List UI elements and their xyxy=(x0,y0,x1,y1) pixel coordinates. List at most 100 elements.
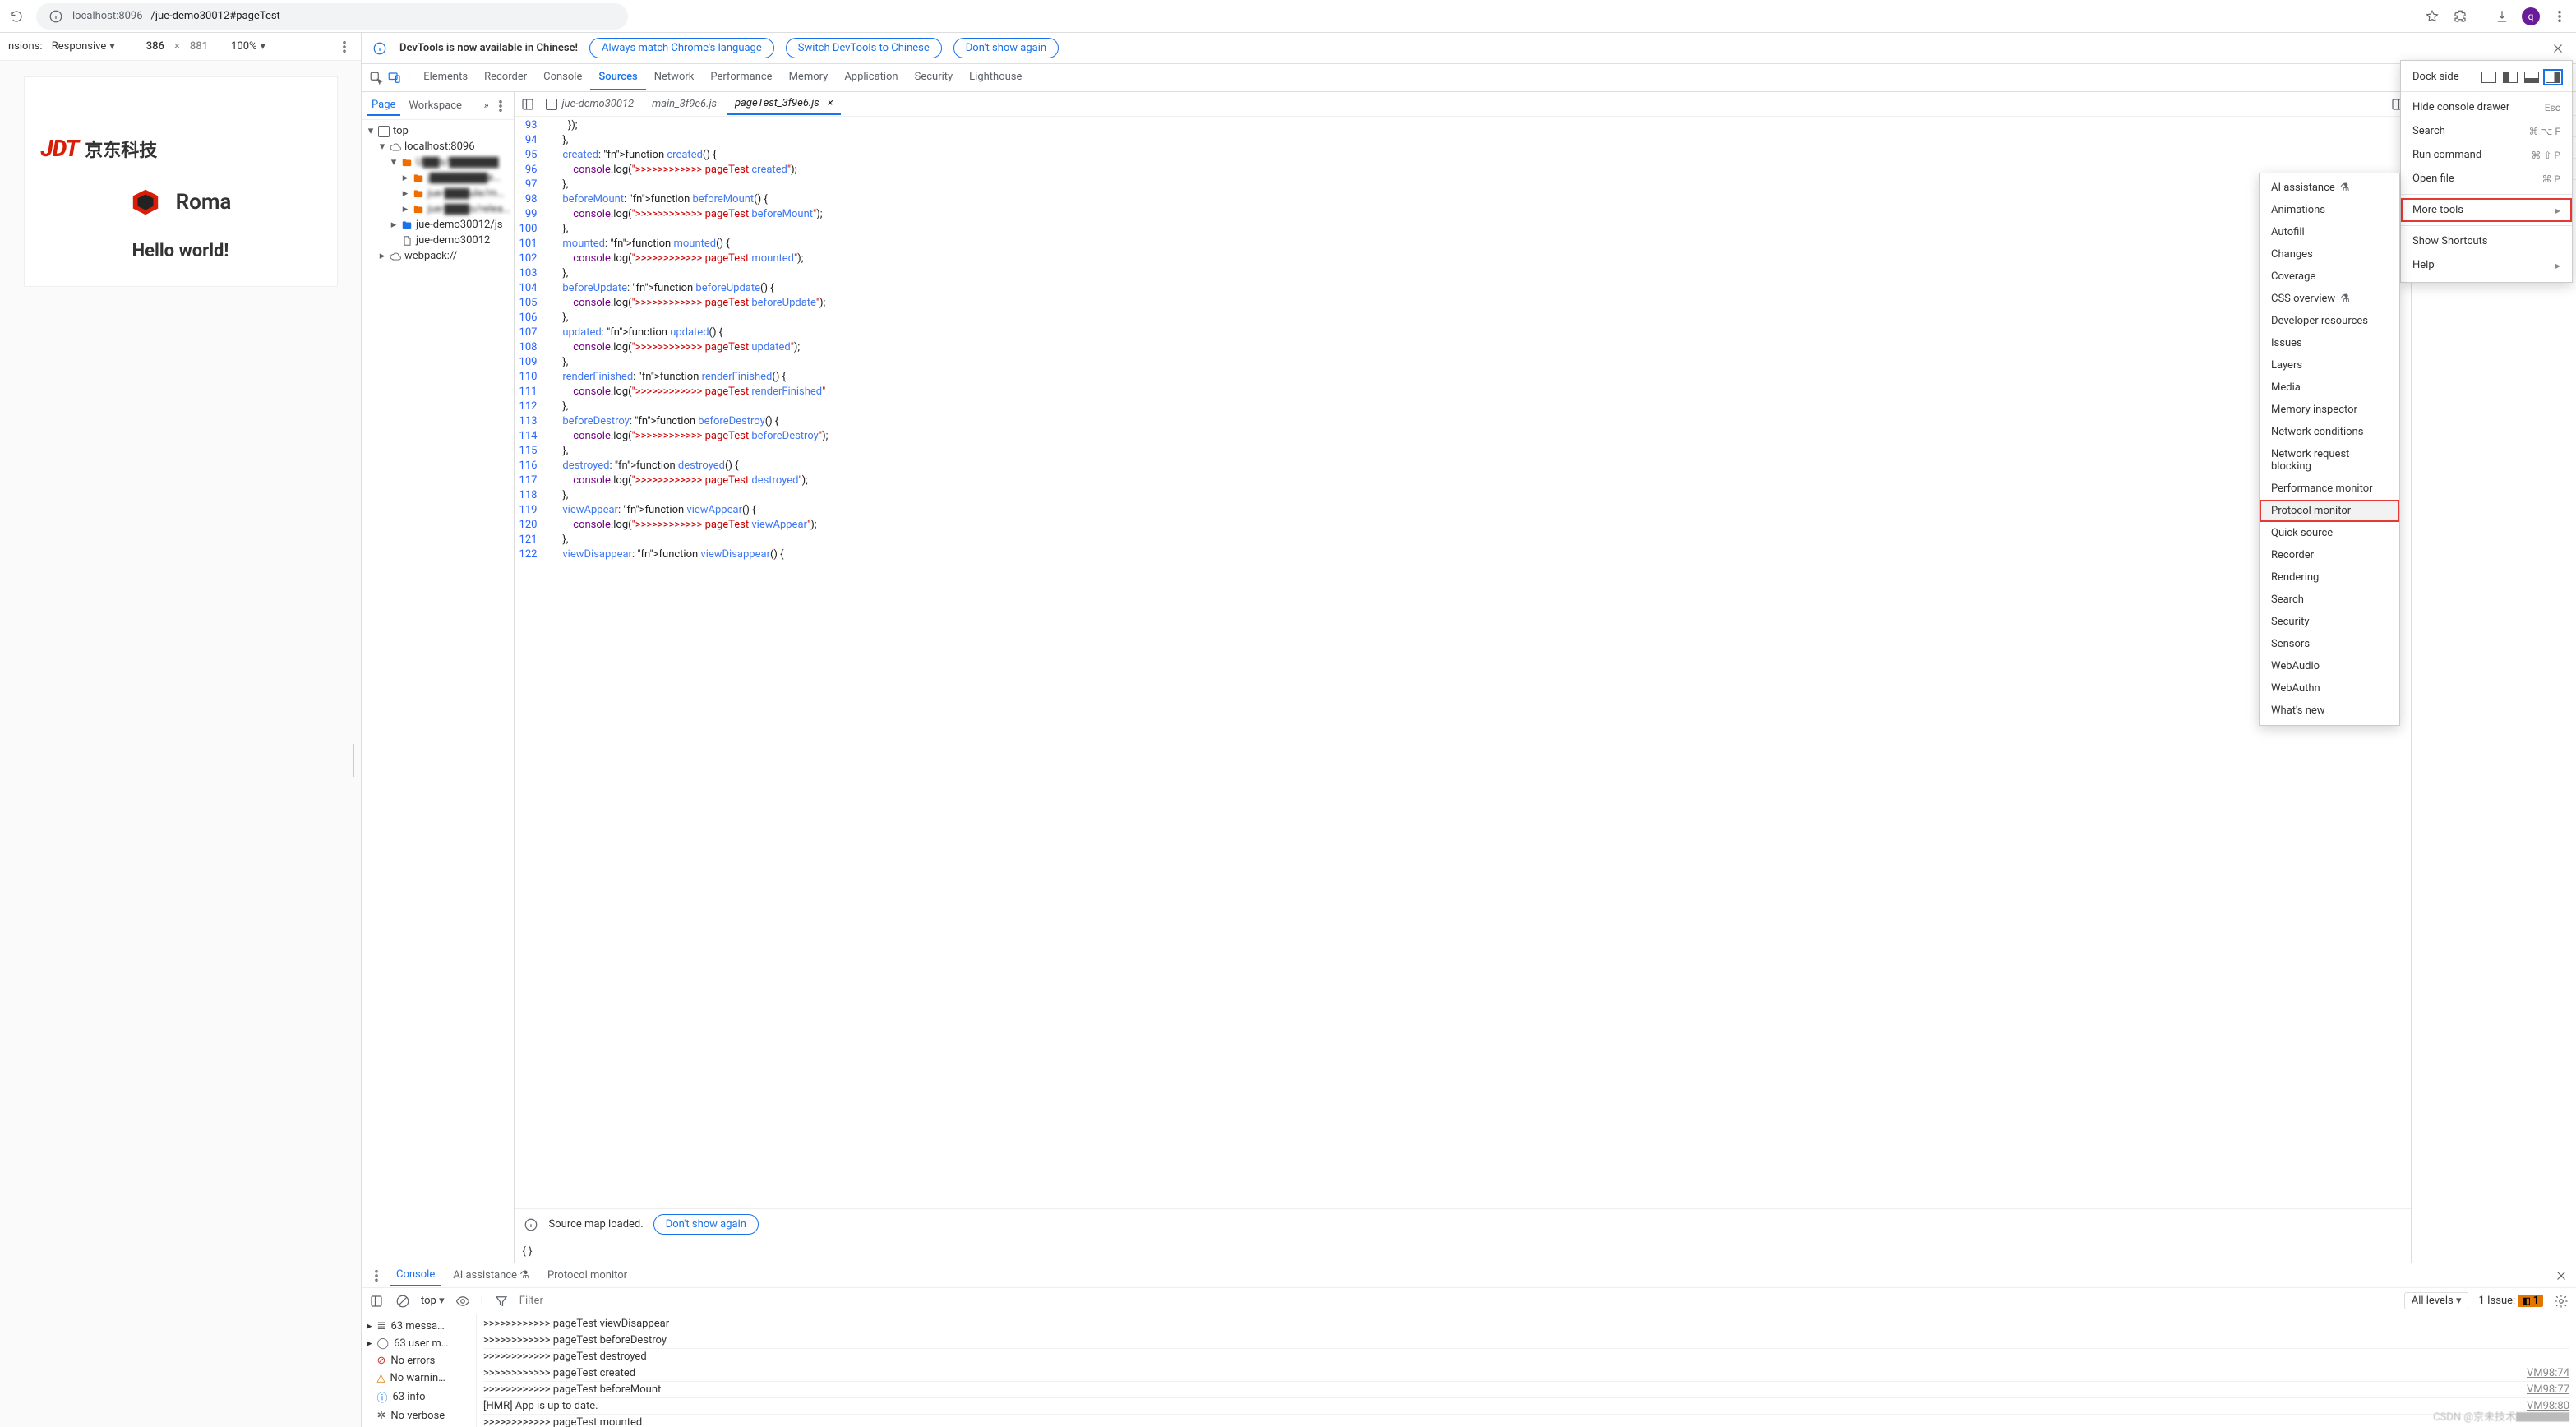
devtools-tab-network[interactable]: Network xyxy=(646,65,703,90)
clear-console-icon[interactable] xyxy=(395,1293,411,1309)
profile-avatar[interactable]: q xyxy=(2522,7,2540,25)
submenu-item-recorder[interactable]: Recorder xyxy=(2260,544,2399,566)
filter-input[interactable] xyxy=(519,1295,766,1307)
submenu-item-what's-new[interactable]: What's new xyxy=(2260,700,2399,722)
console-message[interactable]: >>>>>>>>>>>> pageTest viewDisappear xyxy=(483,1316,2569,1332)
submenu-item-performance-monitor[interactable]: Performance monitor xyxy=(2260,478,2399,500)
devtools-tab-lighthouse[interactable]: Lighthouse xyxy=(961,65,1030,90)
devtools-tab-elements[interactable]: Elements xyxy=(415,65,476,90)
drawer-tab-console[interactable]: Console xyxy=(390,1264,441,1286)
banner-close-icon[interactable] xyxy=(2550,40,2566,57)
submenu-item-rendering[interactable]: Rendering xyxy=(2260,566,2399,589)
context-select[interactable]: top ▾ xyxy=(421,1295,445,1307)
tree-row[interactable]: ▾top xyxy=(362,123,514,139)
tree-row[interactable]: ▾localhost:8096 xyxy=(362,139,514,155)
console-filter-row[interactable]: △ No warnin… xyxy=(363,1369,474,1387)
submenu-item-sensors[interactable]: Sensors xyxy=(2260,633,2399,655)
menu-item-search[interactable]: Search⌘ ⌥ F xyxy=(2401,119,2572,143)
editor-nav-icon[interactable] xyxy=(519,96,536,113)
file-tab[interactable]: main_3f9e6.js xyxy=(644,94,725,114)
file-tab[interactable]: pageTest_3f9e6.js× xyxy=(727,93,842,115)
tree-row[interactable]: ▸jue-▇▇▇o/relea… xyxy=(362,201,514,217)
page-preview[interactable]: JDT 京东科技 Roma Hello world! xyxy=(25,77,337,286)
banner-dont-show-button[interactable]: Don't show again xyxy=(953,38,1059,58)
file-tree[interactable]: ▾top▾localhost:8096▾U▇▇s/▇▇▇▇▇▇▸j▇▇▇▇▇▇▇… xyxy=(362,120,514,1263)
menu-item-hide-console-drawer[interactable]: Hide console drawerEsc xyxy=(2401,95,2572,119)
drawer-close-icon[interactable] xyxy=(2553,1268,2569,1284)
console-filter-row[interactable]: ⊘ No errors xyxy=(363,1352,474,1369)
submenu-item-issues[interactable]: Issues xyxy=(2260,332,2399,354)
devtools-tab-application[interactable]: Application xyxy=(836,65,906,90)
submenu-item-protocol-monitor[interactable]: Protocol monitor xyxy=(2260,500,2399,522)
site-info-icon[interactable] xyxy=(48,8,64,25)
levels-select[interactable]: All levels ▾ xyxy=(2404,1292,2469,1309)
omnibox[interactable]: localhost:8096/jue-demo30012#pageTest xyxy=(36,3,628,30)
file-tab[interactable]: jue-demo30012 xyxy=(538,94,643,114)
console-message[interactable]: [HMR] App is up to date.VM98:80 xyxy=(483,1398,2569,1415)
device-more-icon[interactable] xyxy=(336,39,353,55)
submenu-item-ai-assistance[interactable]: AI assistance⚗ xyxy=(2260,177,2399,199)
submenu-item-search[interactable]: Search xyxy=(2260,589,2399,611)
submenu-item-css-overview[interactable]: CSS overview⚗ xyxy=(2260,288,2399,310)
issues-label[interactable]: 1 Issue: ◧ 1 xyxy=(2478,1295,2543,1307)
devtools-tab-console[interactable]: Console xyxy=(535,65,590,90)
viewport-height[interactable]: 881 xyxy=(190,40,208,53)
format-code-button[interactable]: { } xyxy=(515,1240,2411,1263)
console-settings-icon[interactable] xyxy=(2553,1293,2569,1309)
sources-workspace-tab[interactable]: Workspace xyxy=(404,96,467,115)
drawer-menu-icon[interactable] xyxy=(368,1268,385,1284)
banner-match-button[interactable]: Always match Chrome's language xyxy=(589,38,774,58)
download-icon[interactable] xyxy=(2494,8,2510,25)
console-message[interactable]: >>>>>>>>>>>> pageTest mounted xyxy=(483,1415,2569,1427)
dock-right[interactable] xyxy=(2546,72,2560,83)
extensions-icon[interactable] xyxy=(2452,8,2468,25)
menu-item-show-shortcuts[interactable]: Show Shortcuts xyxy=(2401,229,2572,253)
reload-icon[interactable] xyxy=(8,8,25,25)
dock-bottom[interactable] xyxy=(2524,72,2539,83)
devtools-tab-performance[interactable]: Performance xyxy=(702,65,780,90)
console-sidebar-toggle-icon[interactable] xyxy=(368,1293,385,1309)
submenu-item-security[interactable]: Security xyxy=(2260,611,2399,633)
sources-more-tabs-icon[interactable]: » xyxy=(483,99,488,112)
submenu-item-coverage[interactable]: Coverage xyxy=(2260,266,2399,288)
banner-switch-button[interactable]: Switch DevTools to Chinese xyxy=(786,38,942,58)
code-editor[interactable]: 9394959697989910010110210310410510610710… xyxy=(515,117,2411,1208)
console-message[interactable]: >>>>>>>>>>>> pageTest destroyed xyxy=(483,1349,2569,1365)
sources-page-tab[interactable]: Page xyxy=(367,95,400,116)
console-messages[interactable]: >>>>>>>>>>>> pageTest viewDisappear>>>>>… xyxy=(477,1314,2576,1427)
drawer-tab-ai[interactable]: AI assistance ⚗ xyxy=(446,1265,536,1286)
tree-row[interactable]: ▸webpack:// xyxy=(362,248,514,264)
submenu-item-network-request-blocking[interactable]: Network request blocking xyxy=(2260,443,2399,478)
console-message[interactable]: >>>>>>>>>>>> pageTest beforeDestroy xyxy=(483,1332,2569,1349)
tree-row[interactable]: ▸jue-demo30012/js xyxy=(362,217,514,233)
menu-item-run-command[interactable]: Run command⌘ ⇧ P xyxy=(2401,143,2572,167)
console-sidebar[interactable]: ▸ ≣ 63 messa…▸ ◯ 63 user m… ⊘ No errors … xyxy=(362,1314,477,1427)
devtools-tab-sources[interactable]: Sources xyxy=(590,65,645,90)
submenu-item-network-conditions[interactable]: Network conditions xyxy=(2260,421,2399,443)
resize-handle[interactable] xyxy=(353,744,358,777)
sources-tab-menu-icon[interactable] xyxy=(492,98,509,114)
submenu-item-animations[interactable]: Animations xyxy=(2260,199,2399,221)
console-filter-row[interactable]: ✲ No verbose xyxy=(363,1407,474,1425)
menu-item-open-file[interactable]: Open file⌘ P xyxy=(2401,167,2572,191)
devtools-tab-memory[interactable]: Memory xyxy=(781,65,837,90)
submenu-item-webauthn[interactable]: WebAuthn xyxy=(2260,677,2399,700)
source-map-dont-show-button[interactable]: Don't show again xyxy=(653,1214,759,1235)
submenu-item-layers[interactable]: Layers xyxy=(2260,354,2399,376)
submenu-item-autofill[interactable]: Autofill xyxy=(2260,221,2399,243)
dimensions-select[interactable]: nsions: Responsive ▾ xyxy=(8,40,115,53)
devtools-tab-security[interactable]: Security xyxy=(907,65,962,90)
console-message[interactable]: >>>>>>>>>>>> pageTest beforeMountVM98:77 xyxy=(483,1382,2569,1398)
submenu-item-developer-resources[interactable]: Developer resources xyxy=(2260,310,2399,332)
star-icon[interactable] xyxy=(2424,8,2440,25)
drawer-tab-protocol[interactable]: Protocol monitor xyxy=(541,1265,634,1286)
inspect-icon[interactable] xyxy=(368,70,385,86)
menu-item-help[interactable]: Help▸ xyxy=(2401,253,2572,277)
dock-left[interactable] xyxy=(2503,72,2518,83)
zoom-select[interactable]: 100% ▾ xyxy=(231,40,265,53)
console-filter-row[interactable]: ▸ ≣ 63 messa… xyxy=(363,1318,474,1335)
menu-item-more-tools[interactable]: More tools▸ xyxy=(2401,198,2572,222)
tree-row[interactable]: ▾U▇▇s/▇▇▇▇▇▇ xyxy=(362,155,514,170)
submenu-item-memory-inspector[interactable]: Memory inspector xyxy=(2260,399,2399,421)
tree-row[interactable]: ▸j▇▇▇▇▇▇▇e… xyxy=(362,170,514,186)
